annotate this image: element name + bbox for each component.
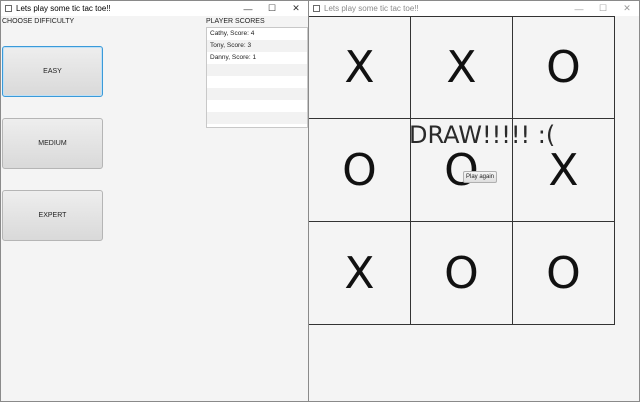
list-item[interactable]: Danny, Score: 1 xyxy=(207,52,307,64)
minimize-button[interactable]: — xyxy=(236,1,260,16)
app-icon xyxy=(5,5,12,12)
board-cell[interactable]: O xyxy=(309,118,411,222)
difficulty-heading: CHOOSE DIFFICULTY xyxy=(2,18,75,25)
score-list[interactable]: Cathy, Score: 4 Tony, Score: 3 Danny, Sc… xyxy=(206,27,308,128)
window-title: Lets play some tic tac toe!! xyxy=(324,4,419,13)
empty-row xyxy=(207,64,307,76)
board-cell[interactable]: X xyxy=(309,221,411,325)
app-icon xyxy=(313,5,320,12)
result-text: DRAW!!!!! :( xyxy=(409,121,556,149)
maximize-button[interactable]: ☐ xyxy=(591,1,615,16)
title-bar[interactable]: Lets play some tic tac toe!! — ☐ ✕ xyxy=(1,1,308,16)
empty-row xyxy=(207,100,307,112)
play-again-button[interactable]: Play again xyxy=(463,171,497,183)
board-cell[interactable]: O xyxy=(410,221,513,325)
close-button[interactable]: ✕ xyxy=(284,1,308,16)
easy-button[interactable]: EASY xyxy=(2,46,103,97)
empty-row xyxy=(207,88,307,100)
minimize-button[interactable]: — xyxy=(567,1,591,16)
board-cell[interactable]: O xyxy=(512,221,615,325)
empty-row xyxy=(207,76,307,88)
board-cell[interactable]: X xyxy=(410,16,513,119)
medium-button[interactable]: MEDIUM xyxy=(2,118,103,169)
close-button[interactable]: ✕ xyxy=(615,1,639,16)
list-item[interactable]: Tony, Score: 3 xyxy=(207,40,307,52)
maximize-button[interactable]: ☐ xyxy=(260,1,284,16)
game-window: Lets play some tic tac toe!! — ☐ ✕ X X O… xyxy=(309,0,640,402)
board-cell[interactable]: O xyxy=(512,16,615,119)
board-cell[interactable]: X xyxy=(309,16,411,119)
game-board: X X O O O X X O O xyxy=(309,16,615,325)
title-bar[interactable]: Lets play some tic tac toe!! — ☐ ✕ xyxy=(309,1,639,16)
scores-heading: PLAYER SCORES xyxy=(206,18,265,25)
expert-button[interactable]: EXPERT xyxy=(2,190,103,241)
empty-row xyxy=(207,112,307,124)
list-item[interactable]: Cathy, Score: 4 xyxy=(207,28,307,40)
window-title: Lets play some tic tac toe!! xyxy=(16,4,111,13)
difficulty-window: Lets play some tic tac toe!! — ☐ ✕ CHOOS… xyxy=(0,0,309,402)
